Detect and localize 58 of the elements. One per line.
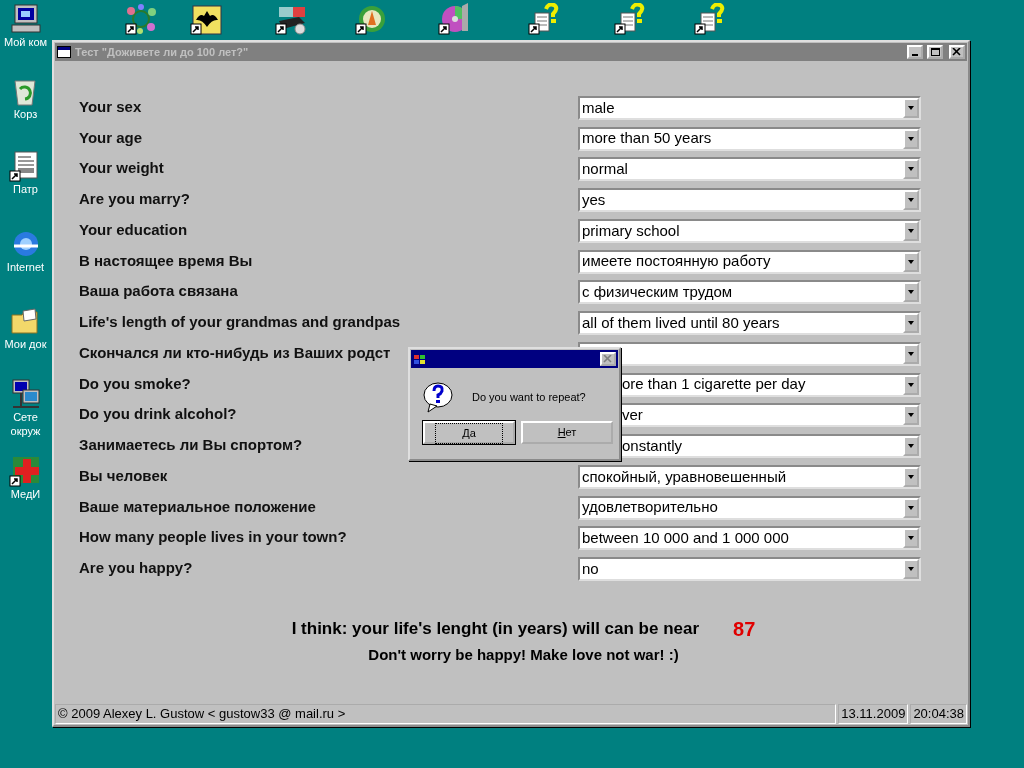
question-label: Do you drink alcohol? bbox=[79, 405, 237, 424]
question-label: Your sex bbox=[79, 97, 142, 116]
dropdown[interactable] bbox=[578, 341, 921, 366]
icon-label[interactable]: окруж bbox=[10, 424, 41, 438]
status-panel: 20:04:38 bbox=[910, 704, 967, 724]
result-note: Don't worry be happy! Make love not war! :) bbox=[368, 645, 679, 665]
dropdown[interactable]: yes bbox=[578, 188, 921, 212]
question-label: Скончался ли кто-нибудь из Ваших родст bbox=[79, 343, 391, 362]
maximize-button[interactable] bbox=[927, 45, 943, 59]
window-icon bbox=[57, 46, 71, 58]
icon-label[interactable]: Корз bbox=[13, 107, 38, 121]
dropdown[interactable]: normal bbox=[578, 157, 921, 182]
result-text: I think: your life's lenght (in years) will can be near bbox=[291, 618, 700, 641]
dropdown[interactable]: between 10 000 and 1 000 000 bbox=[578, 526, 921, 551]
maximize-icon bbox=[930, 48, 940, 56]
windows-logo-icon bbox=[413, 353, 427, 365]
dropdown[interactable]: имеете постоянную работу bbox=[578, 249, 921, 274]
status-panel: 13.11.2009 bbox=[838, 704, 909, 724]
dialog-button[interactable]: Нет bbox=[521, 421, 613, 444]
dropdown[interactable]: more than 50 years bbox=[578, 126, 921, 151]
bat-icon[interactable] bbox=[190, 3, 224, 37]
close-button[interactable] bbox=[949, 45, 965, 59]
dropdown[interactable]: удовлетворительно bbox=[578, 495, 921, 520]
question-label: Your weight bbox=[79, 159, 164, 178]
status-panel: © 2009 Alexey L. Gustow < gustow33 @ mail.ru > bbox=[55, 704, 837, 724]
dialog-button[interactable]: Да bbox=[423, 421, 515, 444]
question-label: Do you smoke? bbox=[79, 374, 191, 393]
question-label: Are you happy? bbox=[79, 559, 193, 577]
dropdown[interactable]: male bbox=[578, 95, 921, 120]
question-label: Занимаетесь ли Вы спортом? bbox=[79, 436, 303, 454]
computer-icon[interactable] bbox=[8, 3, 43, 35]
icon-label[interactable]: Мой ком bbox=[3, 35, 48, 49]
question-label: Ваша работа связана bbox=[79, 282, 238, 301]
question-label: Вы человек bbox=[79, 466, 168, 485]
question-label: Are you marry? bbox=[79, 190, 190, 208]
minimize-button[interactable] bbox=[907, 45, 923, 59]
dropdown[interactable]: с физическим трудом bbox=[578, 280, 921, 305]
question-label: How many people lives in your town? bbox=[79, 528, 347, 547]
dropdown[interactable]: спокойный, уравновешенный bbox=[578, 464, 921, 489]
question-label: В настоящее время Вы bbox=[79, 251, 253, 270]
icon-label[interactable]: Патр bbox=[13, 182, 38, 196]
question-label: Your education bbox=[79, 220, 188, 239]
dropdown[interactable]: all of them lived until 80 years bbox=[578, 311, 921, 335]
icon-label[interactable]: Internet bbox=[6, 260, 45, 274]
dropdown[interactable]: primary school bbox=[578, 218, 921, 243]
close-icon bbox=[952, 48, 962, 56]
window-title: Тест "Доживете ли до 100 лет?" bbox=[75, 44, 250, 60]
question-icon bbox=[422, 381, 456, 413]
icon-label[interactable]: Мои док bbox=[4, 337, 47, 351]
question-label: Ваше материальное положение bbox=[79, 497, 316, 516]
result-value: 87 bbox=[733, 617, 756, 642]
question-label: Life's length of your grandmas and grandpas bbox=[79, 313, 401, 331]
atom-icon[interactable] bbox=[125, 3, 159, 37]
question-label: Your age bbox=[79, 128, 143, 147]
close-icon bbox=[603, 355, 613, 363]
icon-label[interactable]: МедИ bbox=[10, 487, 41, 501]
icon-label[interactable]: Сете bbox=[13, 410, 38, 424]
dropdown[interactable]: no bbox=[578, 557, 921, 581]
